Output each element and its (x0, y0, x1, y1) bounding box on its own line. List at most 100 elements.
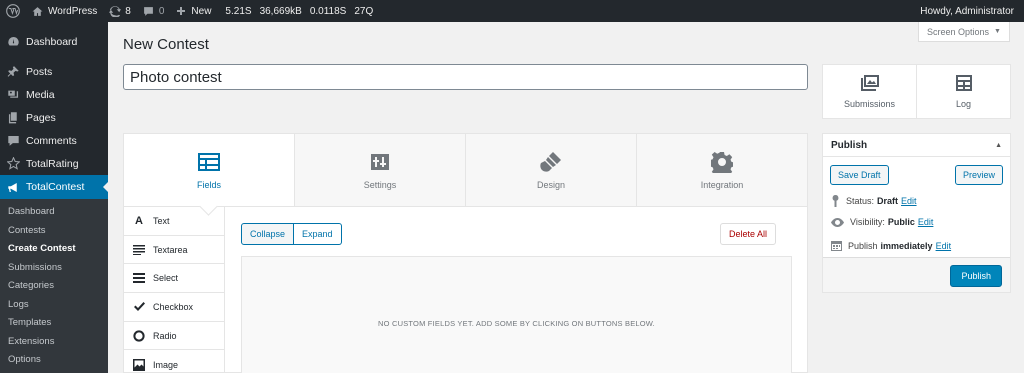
submissions-label: Submissions (843, 99, 896, 109)
submenu-item-contests[interactable]: Contests (0, 222, 108, 241)
site-name-link[interactable]: WordPress (26, 0, 103, 22)
stat-memory: 36,669kB (259, 5, 302, 17)
submenu-item-logs[interactable]: Logs (0, 296, 108, 315)
publish-footer: Publish (823, 257, 1010, 292)
home-icon (32, 6, 43, 16)
greeting: Howdy, Administrator (920, 5, 1014, 17)
submenu-item-categories[interactable]: Categories (0, 277, 108, 296)
contest-editor: Fields Settings Design Integration A Tex… (123, 133, 808, 373)
sidebar-item-media[interactable]: Media (0, 83, 108, 106)
pin-icon (6, 65, 20, 79)
tab-label: Fields (196, 180, 221, 190)
field-type-label: Text (153, 215, 170, 226)
table-icon (955, 75, 972, 91)
sidebar-item-comments[interactable]: Comments (0, 129, 108, 152)
calendar-icon (831, 241, 842, 251)
field-type-select[interactable]: Select (124, 264, 224, 294)
query-monitor-stats[interactable]: 5.21S 36,669kB 0.0118S 27Q (217, 0, 383, 22)
checkmark-icon (132, 301, 146, 312)
submenu-item-extensions[interactable]: Extensions (0, 333, 108, 352)
tab-integration[interactable]: Integration (637, 134, 807, 206)
field-types-list: A Text Textarea Select Checkbox Radio Im… (124, 207, 225, 373)
sidebar-item-posts[interactable]: Posts (0, 60, 108, 83)
collapse-button[interactable]: Collapse (241, 223, 295, 245)
updates-count: 8 (125, 5, 131, 17)
field-type-textarea[interactable]: Textarea (124, 236, 224, 265)
comment-icon (6, 134, 20, 148)
field-type-label: Checkbox (153, 301, 194, 312)
submenu-item-options[interactable]: Options (0, 351, 108, 370)
screen-options-button[interactable]: Screen Options ▼ (918, 22, 1010, 42)
submenu-item-templates[interactable]: Templates (0, 314, 108, 333)
sidebar-item-totalrating[interactable]: TotalRating (0, 152, 108, 175)
field-type-radio[interactable]: Radio (124, 322, 224, 351)
sidebar-item-totalcontest[interactable]: TotalContest (0, 175, 108, 199)
updates-link[interactable]: 8 (103, 0, 137, 22)
sidebar-item-label: Pages (26, 111, 56, 124)
field-type-label: Image (153, 359, 179, 370)
page-title: New Contest (123, 36, 209, 53)
edit-visibility-link[interactable]: Edit (918, 217, 934, 227)
save-draft-button[interactable]: Save Draft (830, 165, 889, 185)
submenu-item-submissions[interactable]: Submissions (0, 259, 108, 278)
log-link[interactable]: Log (917, 65, 1010, 118)
account-menu[interactable]: Howdy, Administrator (914, 0, 1024, 22)
submenu-item-create-contest[interactable]: Create Contest (0, 240, 108, 259)
refresh-icon (109, 6, 122, 17)
collapse-arrow-icon[interactable]: ▲ (995, 142, 1002, 149)
tab-design[interactable]: Design (466, 134, 637, 206)
wordpress-logo-icon[interactable] (0, 0, 26, 22)
schedule-value: immediately (880, 240, 933, 251)
visibility-label: Visibility: (850, 217, 885, 227)
publish-button[interactable]: Publish (950, 265, 1002, 287)
admin-sidebar: Dashboard Posts Media Pages Comments Tot… (0, 22, 108, 373)
form-icon (198, 150, 220, 174)
submenu-item-dashboard[interactable]: Dashboard (0, 203, 108, 222)
status-value: Draft (877, 196, 899, 206)
image-icon (132, 358, 146, 371)
publish-actions: Save Draft Preview (830, 165, 1003, 185)
visibility-value: Public (887, 217, 915, 227)
schedule-row: Publish immediately Edit (831, 240, 951, 251)
tab-settings[interactable]: Settings (295, 134, 466, 206)
sidebar-item-dashboard[interactable]: Dashboard (0, 30, 108, 53)
comment-icon (143, 6, 153, 16)
caret-down-icon: ▼ (994, 28, 1001, 35)
field-type-checkbox[interactable]: Checkbox (124, 293, 224, 322)
field-type-text[interactable]: A Text (124, 207, 224, 236)
star-icon (6, 157, 20, 171)
comments-link[interactable]: 0 (137, 0, 171, 22)
fields-area: Collapse Expand Delete All NO CUSTOM FIE… (241, 223, 792, 373)
megaphone-icon (6, 180, 20, 194)
stat-queries: 27Q (354, 5, 374, 17)
sidebar-item-label: Media (26, 88, 55, 101)
new-content-link[interactable]: New (170, 0, 217, 22)
tab-label: Design (536, 180, 565, 190)
dashboard-icon (6, 35, 20, 49)
sidebar-item-label: TotalRating (26, 157, 79, 170)
sliders-icon (370, 150, 390, 174)
editor-body: A Text Textarea Select Checkbox Radio Im… (124, 207, 807, 373)
collapse-expand-group: Collapse Expand (241, 223, 792, 245)
admin-bar: WordPress 8 0 New 5.21S 36,669kB 0.0118S… (0, 0, 1024, 22)
expand-button[interactable]: Expand (294, 223, 342, 245)
preview-button[interactable]: Preview (954, 165, 1003, 185)
contest-title-input[interactable] (123, 64, 808, 90)
screen-options-label: Screen Options (927, 26, 990, 37)
sidebar-item-label: Posts (26, 65, 53, 78)
field-type-image[interactable]: Image (124, 350, 224, 373)
sidebar-item-label: Dashboard (26, 35, 78, 48)
tab-fields[interactable]: Fields (124, 134, 295, 206)
submissions-link[interactable]: Submissions (823, 65, 917, 118)
contest-links-box: Submissions Log (822, 64, 1011, 119)
paragraph-icon (132, 244, 146, 255)
paintbrush-icon (540, 150, 562, 174)
stat-time: 5.21S (225, 5, 252, 17)
sidebar-item-label: TotalContest (26, 181, 85, 193)
sidebar-item-pages[interactable]: Pages (0, 106, 108, 129)
edit-status-link[interactable]: Edit (901, 196, 917, 206)
delete-all-button[interactable]: Delete All (719, 223, 776, 245)
visibility-row: Visibility: Public Edit (831, 217, 933, 227)
edit-schedule-link[interactable]: Edit (936, 241, 952, 251)
publish-header[interactable]: Publish ▲ (823, 134, 1010, 157)
